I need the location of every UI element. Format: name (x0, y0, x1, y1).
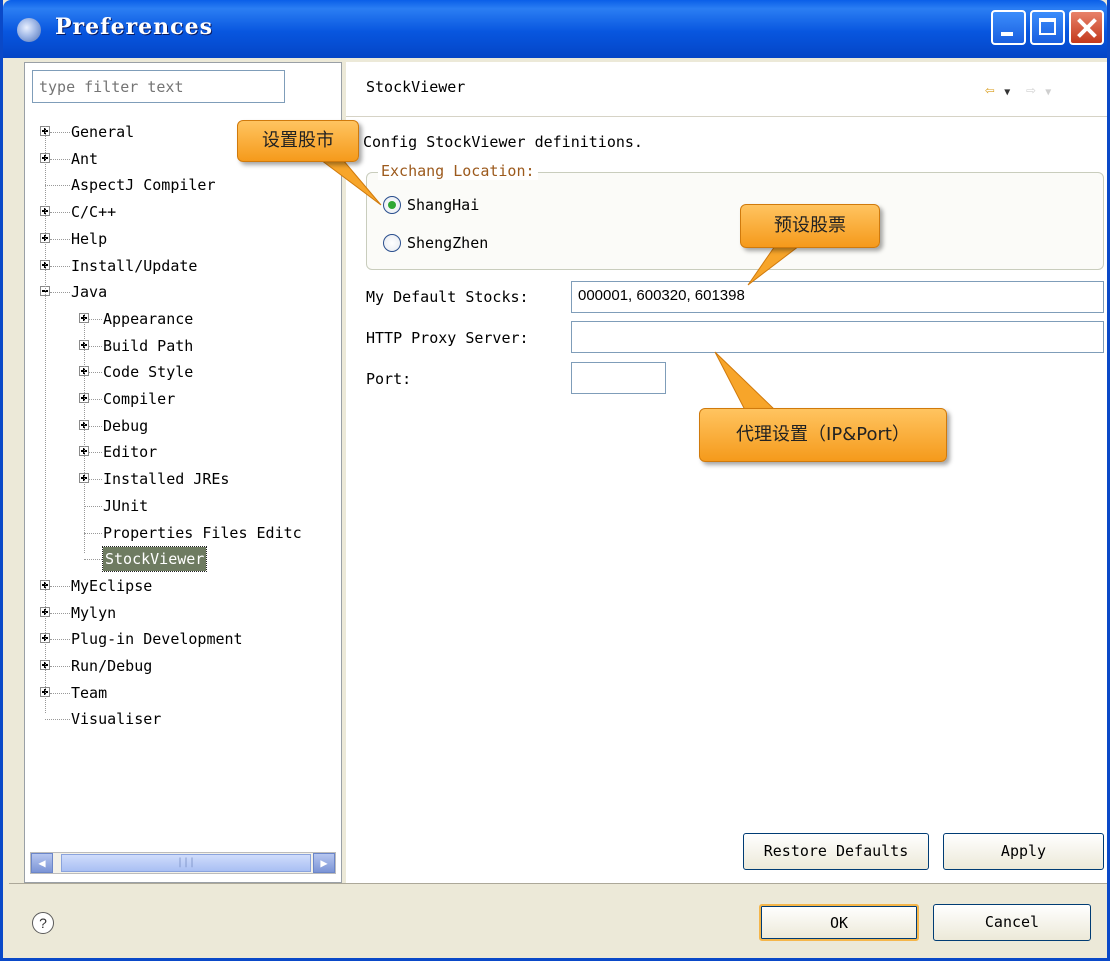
callout-pointer-proxy (714, 351, 777, 411)
callout-stocks: 预设股票 (740, 204, 880, 248)
callout-exchange: 设置股市 (237, 120, 359, 162)
preferences-window: Preferences GeneralAntAspectJ CompilerC/… (0, 0, 1110, 961)
callout-pointer-exchange (319, 159, 382, 206)
callout-pointers (319, 159, 801, 411)
callout-pointer-stocks (747, 245, 801, 286)
callout-proxy: 代理设置（IP&Port） (699, 408, 947, 462)
